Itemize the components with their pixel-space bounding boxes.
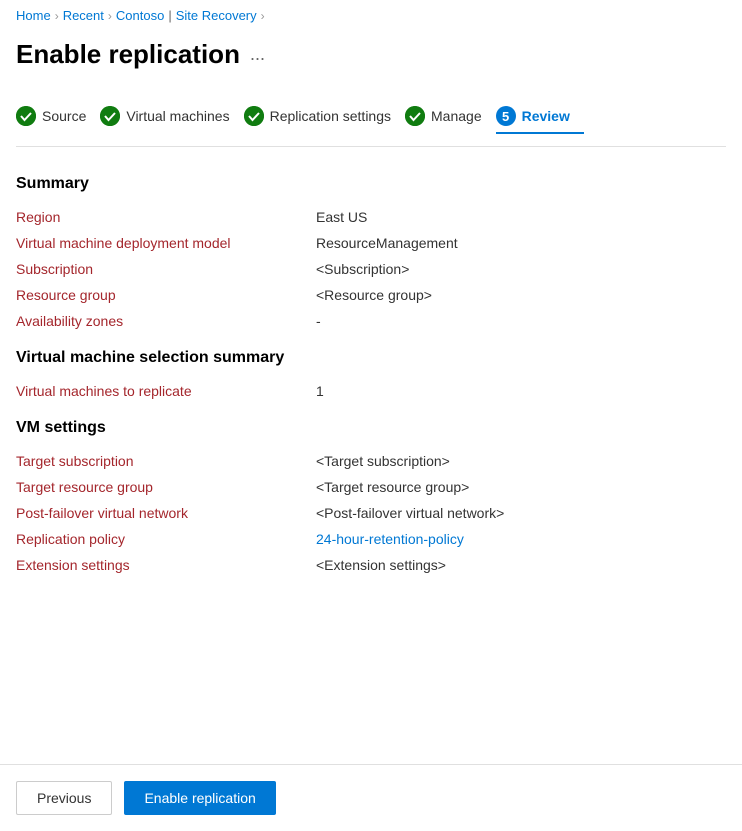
breadcrumb-pipe: | [168,8,171,23]
vm-settings-row-extension: Extension settings <Extension settings> [16,557,726,573]
vm-settings-row-target-rg: Target resource group <Target resource g… [16,479,726,495]
step-vm-label: Virtual machines [126,108,229,124]
check-icon-2 [100,106,120,126]
summary-label-availability: Availability zones [16,313,316,329]
vm-selection-label: Virtual machines to replicate [16,383,316,399]
summary-row-region: Region East US [16,209,726,225]
breadcrumb: Home › Recent › Contoso | Site Recovery … [0,0,742,31]
vm-settings-value-extension: <Extension settings> [316,557,446,573]
summary-rows: Region East US Virtual machine deploymen… [16,209,726,329]
vm-settings-label-vnet: Post-failover virtual network [16,505,316,521]
step-manage-label: Manage [431,108,482,124]
breadcrumb-sep-3: › [261,9,265,23]
step-review-label: Review [522,108,570,124]
step-rep-icon [244,106,264,126]
summary-row-availability: Availability zones - [16,313,726,329]
summary-label-deployment: Virtual machine deployment model [16,235,316,251]
page-title-container: Enable replication ... [0,31,742,86]
vm-settings-heading: VM settings [16,419,726,437]
vm-selection-section: Virtual machine selection summary Virtua… [16,349,726,399]
step-source[interactable]: Source [16,98,100,134]
vm-settings-row-policy: Replication policy 24-hour-retention-pol… [16,531,726,547]
summary-value-region: East US [316,209,367,225]
step-manage-icon [405,106,425,126]
step-review[interactable]: 5 Review [496,98,584,134]
summary-row-deployment: Virtual machine deployment model Resourc… [16,235,726,251]
summary-label-subscription: Subscription [16,261,316,277]
wizard-steps: Source Virtual machines Replication sett… [0,86,742,146]
summary-value-deployment: ResourceManagement [316,235,458,251]
step-review-icon: 5 [496,106,516,126]
vm-settings-value-vnet: <Post-failover virtual network> [316,505,504,521]
vm-settings-label-target-sub: Target subscription [16,453,316,469]
vm-settings-row-target-sub: Target subscription <Target subscription… [16,453,726,469]
vm-settings-label-policy: Replication policy [16,531,316,547]
check-icon-4 [405,106,425,126]
vm-settings-label-extension: Extension settings [16,557,316,573]
vm-selection-heading: Virtual machine selection summary [16,349,726,367]
content-area: Summary Region East US Virtual machine d… [0,147,742,603]
step-source-label: Source [42,108,86,124]
step-source-icon [16,106,36,126]
vm-settings-value-target-rg: <Target resource group> [316,479,469,495]
breadcrumb-sep-1: › [55,9,59,23]
vm-selection-value: 1 [316,383,324,399]
vm-settings-label-target-rg: Target resource group [16,479,316,495]
vm-settings-section: VM settings Target subscription <Target … [16,419,726,573]
check-icon [16,106,36,126]
breadcrumb-home[interactable]: Home [16,8,51,23]
step-vm-icon [100,106,120,126]
more-options-icon[interactable]: ... [250,44,265,65]
previous-button[interactable]: Previous [16,781,112,815]
summary-row-subscription: Subscription <Subscription> [16,261,726,277]
page-title: Enable replication [16,39,240,70]
step-manage[interactable]: Manage [405,98,496,134]
enable-replication-button[interactable]: Enable replication [124,781,275,815]
action-bar: Previous Enable replication [0,764,742,831]
step-rep-label: Replication settings [270,108,391,124]
summary-value-availability: - [316,313,321,329]
breadcrumb-contoso[interactable]: Contoso [116,8,164,23]
breadcrumb-recent[interactable]: Recent [63,8,104,23]
vm-settings-row-vnet: Post-failover virtual network <Post-fail… [16,505,726,521]
summary-value-resource-group: <Resource group> [316,287,432,303]
breadcrumb-site-recovery[interactable]: Site Recovery [176,8,257,23]
vm-settings-value-policy[interactable]: 24-hour-retention-policy [316,531,464,547]
vm-settings-value-target-sub: <Target subscription> [316,453,450,469]
summary-label-region: Region [16,209,316,225]
summary-label-resource-group: Resource group [16,287,316,303]
vm-selection-row: Virtual machines to replicate 1 [16,383,726,399]
check-icon-3 [244,106,264,126]
summary-row-resource-group: Resource group <Resource group> [16,287,726,303]
breadcrumb-sep-2: › [108,9,112,23]
step-virtual-machines[interactable]: Virtual machines [100,98,243,134]
summary-heading: Summary [16,175,726,193]
summary-value-subscription: <Subscription> [316,261,409,277]
step-replication-settings[interactable]: Replication settings [244,98,405,134]
